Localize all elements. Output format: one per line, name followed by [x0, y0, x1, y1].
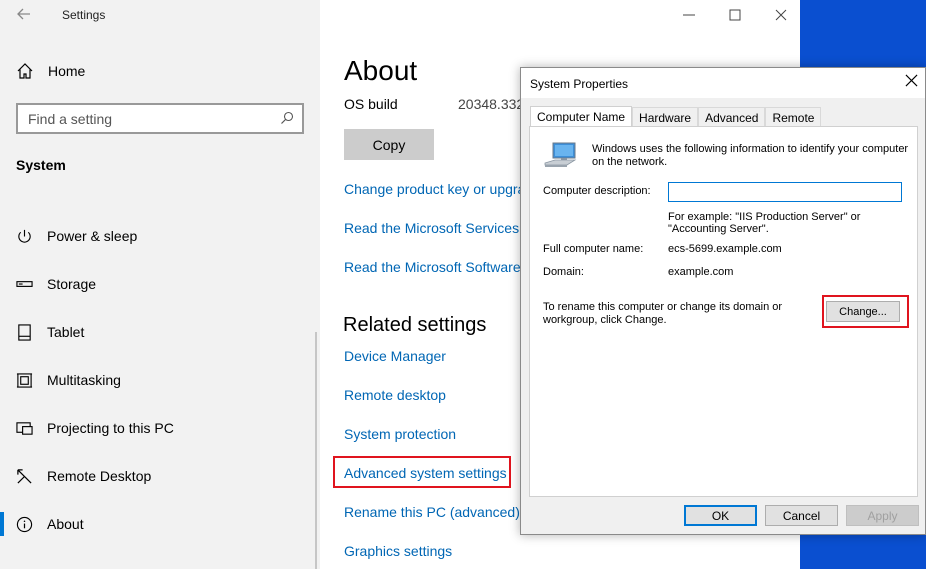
- projecting-icon: [16, 421, 33, 435]
- domain-value: example.com: [668, 266, 734, 278]
- tab-advanced[interactable]: Advanced: [698, 107, 766, 127]
- link-rename-pc[interactable]: Rename this PC (advanced): [344, 504, 520, 520]
- computer-icon: [544, 142, 577, 167]
- search-icon[interactable]: [280, 111, 294, 125]
- search-input[interactable]: [18, 105, 268, 132]
- link-device-manager[interactable]: Device Manager: [344, 348, 446, 364]
- active-indicator: [0, 512, 4, 536]
- window-controls: [680, 6, 790, 24]
- sidebar-item-projecting[interactable]: Projecting to this PC: [16, 416, 174, 440]
- home-label: Home: [48, 63, 86, 79]
- sidebar-item-label: Multitasking: [47, 372, 121, 388]
- minimize-icon[interactable]: [680, 6, 698, 24]
- link-change-product-key[interactable]: Change product key or upgra: [344, 181, 525, 197]
- sidebar-item-label: About: [47, 516, 84, 532]
- domain-label: Domain:: [543, 266, 584, 278]
- sidebar-item-tablet[interactable]: Tablet: [16, 320, 84, 344]
- system-properties-dialog: System Properties Computer Name Hardware…: [520, 67, 926, 535]
- sidebar-item-power-sleep[interactable]: Power & sleep: [16, 224, 137, 248]
- link-microsoft-software[interactable]: Read the Microsoft Software: [344, 259, 521, 275]
- dialog-close-icon[interactable]: [905, 74, 918, 92]
- info-icon: [16, 516, 33, 532]
- home-icon: [17, 63, 33, 79]
- sidebar-item-remote-desktop[interactable]: Remote Desktop: [16, 464, 151, 488]
- settings-sidebar: Settings Home System Power & sleep Stora…: [0, 0, 320, 569]
- search-box[interactable]: [16, 103, 304, 134]
- page-title: About: [344, 55, 418, 86]
- sidebar-item-label: Storage: [47, 276, 97, 292]
- maximize-icon[interactable]: [726, 6, 744, 24]
- apply-button[interactable]: Apply: [846, 505, 919, 526]
- example-text: For example: "IIS Production Server" or …: [668, 211, 861, 235]
- dialog-tabs: Computer Name Hardware Advanced Remote: [530, 106, 822, 127]
- cancel-button[interactable]: Cancel: [765, 505, 838, 526]
- dialog-titlebar[interactable]: System Properties: [521, 68, 925, 98]
- sidebar-item-about[interactable]: About: [16, 512, 84, 536]
- dialog-title: System Properties: [530, 77, 629, 91]
- description-label: Computer description:: [543, 185, 651, 197]
- tab-computer-name[interactable]: Computer Name: [530, 106, 633, 127]
- home-nav[interactable]: Home: [16, 62, 85, 80]
- back-arrow-icon[interactable]: [14, 4, 34, 24]
- full-name-label: Full computer name:: [543, 243, 644, 255]
- rename-instructions: To rename this computer or change its do…: [543, 301, 783, 326]
- tab-hardware[interactable]: Hardware: [632, 107, 699, 127]
- intro-text: Windows uses the following information t…: [592, 143, 909, 168]
- app-title: Settings: [62, 8, 106, 22]
- computer-name-panel: Windows uses the following information t…: [529, 126, 918, 497]
- os-build-label: OS build: [344, 96, 398, 112]
- power-icon: [18, 229, 31, 243]
- highlight-box-advanced: [333, 456, 511, 488]
- sidebar-item-label: Projecting to this PC: [47, 420, 174, 436]
- link-remote-desktop[interactable]: Remote desktop: [344, 387, 446, 403]
- copy-button[interactable]: Copy: [344, 129, 434, 160]
- full-name-value: ecs-5699.example.com: [668, 243, 782, 255]
- tab-remote[interactable]: Remote: [765, 107, 822, 127]
- link-system-protection[interactable]: System protection: [344, 426, 456, 442]
- change-button[interactable]: Change...: [826, 301, 900, 322]
- section-label-system: System: [16, 157, 66, 173]
- close-icon[interactable]: [772, 6, 790, 24]
- sidebar-item-label: Power & sleep: [47, 228, 138, 244]
- sidebar-item-label: Tablet: [47, 324, 85, 340]
- multitasking-icon: [16, 372, 33, 388]
- description-field[interactable]: [668, 182, 902, 202]
- sidebar-item-label: Remote Desktop: [47, 468, 152, 484]
- remote-desktop-icon: [17, 468, 32, 484]
- scrollbar[interactable]: [315, 332, 317, 569]
- sidebar-item-storage[interactable]: Storage: [16, 272, 96, 296]
- storage-icon: [16, 280, 33, 287]
- link-microsoft-services[interactable]: Read the Microsoft Services A: [344, 220, 532, 236]
- sidebar-item-multitasking[interactable]: Multitasking: [16, 368, 121, 392]
- ok-button[interactable]: OK: [684, 505, 757, 526]
- related-settings-title: Related settings: [343, 314, 487, 336]
- os-build-value: 20348.332: [458, 96, 525, 112]
- link-graphics-settings[interactable]: Graphics settings: [344, 543, 452, 559]
- tablet-icon: [18, 323, 31, 341]
